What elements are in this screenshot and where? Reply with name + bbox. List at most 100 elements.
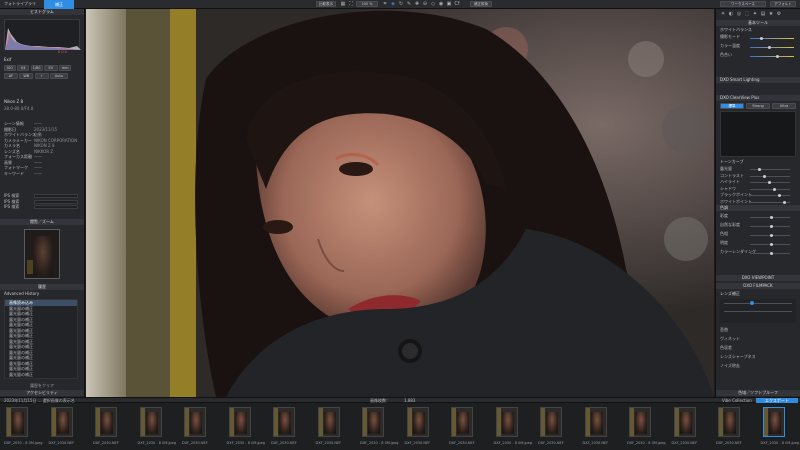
- local-adjust-icon[interactable]: ▣: [446, 1, 452, 7]
- film-thumbnail[interactable]: [317, 407, 340, 437]
- ips-field[interactable]: [34, 205, 78, 209]
- tone-slider[interactable]: [750, 187, 790, 191]
- film-thumbnail[interactable]: [139, 407, 162, 437]
- exif-btn-9[interactable]: Auto: [49, 73, 68, 79]
- wb-slider-knob[interactable]: [760, 37, 763, 40]
- exif-btn-5[interactable]: mm: [59, 65, 72, 71]
- before-after-button[interactable]: 補正前後: [470, 1, 492, 7]
- viewpoint-header[interactable]: DXO VIEWPOINT: [716, 275, 800, 281]
- accessibility-tab[interactable]: アクセシビリティ: [0, 390, 84, 396]
- tone-slider-knob[interactable]: [758, 168, 761, 171]
- preview-icon[interactable]: Cf: [454, 1, 460, 7]
- film-thumbnail[interactable]: [495, 407, 518, 437]
- fit-icon[interactable]: ⛶: [348, 1, 354, 7]
- wb-slider[interactable]: [750, 46, 794, 49]
- lens-row[interactable]: ノイズ除去: [716, 363, 800, 372]
- library-tab[interactable]: フォトライブラリ: [4, 1, 36, 7]
- film-thumbnail[interactable]: [629, 407, 651, 437]
- tone-slider-knob[interactable]: [783, 200, 786, 204]
- tone-slider[interactable]: [750, 200, 790, 204]
- film-thumbnail[interactable]: [584, 407, 607, 437]
- horizon-icon[interactable]: ⊖: [422, 1, 428, 7]
- repair-icon[interactable]: ✚: [414, 1, 420, 7]
- color-slider[interactable]: [750, 243, 790, 246]
- select-icon[interactable]: ◈: [390, 1, 396, 7]
- exif-btn-8[interactable]: ⚡: [34, 73, 49, 79]
- film-thumbnail[interactable]: [451, 407, 473, 437]
- basic-tools-header[interactable]: 基本ツール: [716, 20, 800, 26]
- color-slider[interactable]: [750, 252, 790, 255]
- film-thumbnail[interactable]: [406, 407, 429, 437]
- film-thumbnail[interactable]: [673, 407, 696, 437]
- geometry-icon[interactable]: ⬚: [744, 11, 750, 17]
- color-slider-knob[interactable]: [770, 216, 773, 219]
- light-icon[interactable]: ☀: [720, 11, 726, 17]
- wb-slider-knob[interactable]: [776, 55, 779, 58]
- navigator-header[interactable]: 閲覧／ズーム: [0, 219, 84, 225]
- effects-icon[interactable]: ▤: [760, 11, 766, 17]
- customize-tab[interactable]: 補正: [44, 0, 74, 9]
- lens-row[interactable]: 色収差: [716, 345, 800, 354]
- preset-button[interactable]: Ultra: [772, 103, 796, 109]
- perspective-icon[interactable]: ◇: [430, 1, 436, 7]
- ips-field[interactable]: [34, 199, 78, 204]
- color-slider-knob[interactable]: [770, 252, 773, 255]
- exif-btn-3[interactable]: 1/80: [30, 65, 43, 71]
- film-thumbnail[interactable]: [362, 407, 384, 437]
- color-slider-knob[interactable]: [770, 243, 773, 246]
- local-icon[interactable]: ✦: [752, 11, 758, 17]
- film-thumbnail[interactable]: [273, 407, 295, 437]
- lens-header[interactable]: レンズ補正: [716, 291, 800, 297]
- exif-btn-1[interactable]: ISO: [4, 65, 16, 71]
- zoom-select[interactable]: 100 %: [356, 1, 378, 7]
- compare-button[interactable]: 比較表示: [316, 1, 336, 7]
- workspace-default[interactable]: デフォルト: [770, 1, 796, 7]
- lens-row[interactable]: ヴィネット: [716, 336, 800, 345]
- color-slider[interactable]: [750, 234, 790, 237]
- exif-btn-6[interactable]: AF: [4, 73, 18, 79]
- lens-row[interactable]: レンズシャープネス: [716, 354, 800, 363]
- preset-button[interactable]: Strong: [746, 103, 770, 109]
- exif-btn-7[interactable]: WB: [19, 73, 34, 79]
- preset-icon[interactable]: ★: [768, 11, 774, 17]
- tone-slider[interactable]: [750, 181, 790, 184]
- history-clear[interactable]: 履歴をクリア: [30, 383, 54, 389]
- film-thumbnail[interactable]: [184, 407, 206, 437]
- exif-btn-2[interactable]: f/4: [17, 65, 30, 71]
- rotate-icon[interactable]: ↻: [398, 1, 404, 7]
- grid-icon[interactable]: ▦: [340, 1, 346, 7]
- exif-btn-4[interactable]: EV: [43, 65, 58, 71]
- smart-lighting-header[interactable]: DXO Smart Lighting: [716, 77, 800, 83]
- ips-field[interactable]: [34, 194, 78, 198]
- workspace-select[interactable]: ワークスペース: [720, 1, 766, 7]
- wb-slider[interactable]: [750, 55, 794, 58]
- film-thumbnail[interactable]: [762, 407, 785, 437]
- tone-slider-knob[interactable]: [768, 181, 771, 184]
- film-thumbnail[interactable]: [718, 407, 740, 437]
- wb-slider-knob[interactable]: [768, 46, 771, 49]
- settings-icon[interactable]: ⚙: [776, 11, 782, 17]
- wb-header[interactable]: ホワイトバランス: [716, 27, 800, 33]
- history-header[interactable]: 履歴: [0, 284, 84, 290]
- film-thumbnail[interactable]: [228, 407, 251, 437]
- film-thumbnail[interactable]: [6, 407, 28, 437]
- curve-preview[interactable]: [720, 111, 796, 157]
- image-viewer[interactable]: [86, 9, 714, 397]
- color-slider-knob[interactable]: [770, 234, 773, 237]
- softproof-tab[interactable]: 色域／ソフトプルーフ: [716, 390, 800, 396]
- exif-header[interactable]: Exif: [0, 57, 84, 63]
- tone-header[interactable]: トーンカーブ: [716, 159, 800, 165]
- wb-slider[interactable]: [750, 37, 794, 40]
- tone-slider-knob[interactable]: [773, 187, 776, 191]
- film-thumbnail[interactable]: [50, 407, 73, 437]
- tone-slider-knob[interactable]: [763, 174, 766, 178]
- histogram-header[interactable]: ヒストグラム: [0, 9, 84, 15]
- tone-slider[interactable]: [750, 168, 790, 171]
- history-item[interactable]: 露光量の補正: [5, 372, 77, 378]
- lens-row[interactable]: 歪曲: [716, 327, 800, 336]
- color-icon[interactable]: ◐: [728, 11, 734, 17]
- clearview-header[interactable]: DXO ClearView Plus: [716, 95, 800, 101]
- crop-icon[interactable]: ⌗: [382, 1, 388, 7]
- tone-slider[interactable]: [750, 194, 790, 197]
- film-thumbnail[interactable]: [540, 407, 562, 437]
